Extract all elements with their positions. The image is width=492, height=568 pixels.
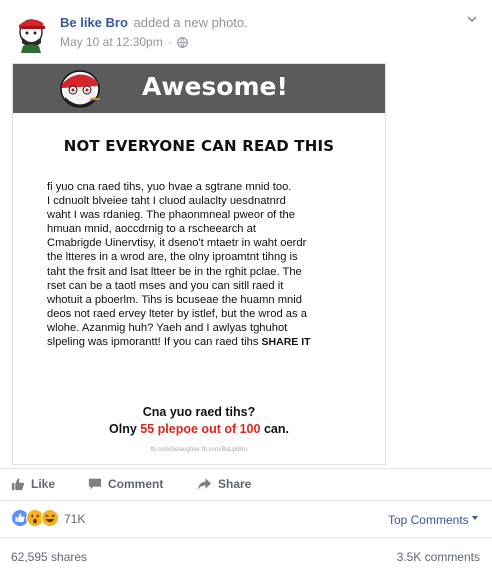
post-photo[interactable]: Awesome! NOT EVERYONE CAN READ THIS fi y… bbox=[12, 63, 386, 465]
avatar[interactable] bbox=[11, 13, 51, 53]
meta-separator: · bbox=[168, 35, 173, 49]
post-action-text: added a new photo. bbox=[133, 15, 248, 30]
photo-answer: Olny 55 plepoe out of 100 can. bbox=[13, 422, 385, 436]
bro-avatar-icon bbox=[11, 13, 51, 53]
photo-headline: NOT EVERYONE CAN READ THIS bbox=[63, 137, 335, 155]
shares-count[interactable]: 62,595 shares bbox=[11, 550, 87, 564]
paragraph-line: wlohe. Azanmig huh? Yaeh and I awlyas tg… bbox=[47, 321, 288, 334]
author-name-link[interactable]: Be like Bro bbox=[60, 15, 128, 30]
paragraph-line: slpeling was ipmorantt! If you can raed … bbox=[47, 335, 367, 349]
post-header: Be like Bro added a new photo. May 10 at… bbox=[11, 9, 481, 55]
answer-prefix: Olny bbox=[109, 422, 141, 436]
reaction-count[interactable]: 71K bbox=[64, 512, 85, 526]
post-meta: May 10 at 12:30pm · bbox=[60, 35, 189, 51]
banner-title: Awesome! bbox=[142, 72, 288, 101]
paragraph-line: fi yuo cna raed tihs, yuo hvae a sgtrane… bbox=[47, 181, 292, 193]
post-actions: Like Comment Share bbox=[11, 470, 481, 496]
caret-down-icon bbox=[472, 516, 478, 520]
haha-reaction-icon bbox=[41, 509, 59, 527]
divider bbox=[0, 537, 492, 538]
paragraph-line: I cdnuolt blveiee taht I cluod aulaclty … bbox=[47, 195, 286, 208]
paragraph-line: Cmabrigde Uinervtisy, it dseno't mtaetr … bbox=[47, 237, 307, 250]
like-label: Like bbox=[31, 477, 56, 491]
paragraph-line: the ltteres in a wrod are, the olny ipro… bbox=[47, 251, 298, 264]
comments-count[interactable]: 3.5K comments bbox=[397, 550, 480, 564]
post-options-chevron-icon[interactable] bbox=[465, 12, 479, 26]
post-timestamp-link[interactable]: May 10 at 12:30pm bbox=[60, 35, 163, 49]
comment-label: Comment bbox=[108, 477, 164, 491]
comment-button[interactable]: Comment bbox=[88, 476, 163, 492]
share-it-text: SHARE IT bbox=[261, 336, 311, 349]
share-label: Share bbox=[218, 477, 252, 491]
reaction-icons[interactable] bbox=[11, 509, 59, 527]
top-comments-dropdown[interactable]: Top Comments bbox=[388, 513, 478, 527]
answer-highlight: 55 plepoe out of 100 bbox=[140, 422, 261, 436]
share-button[interactable]: Share bbox=[197, 476, 251, 492]
bro-face-icon bbox=[60, 70, 100, 108]
comment-bubble-icon bbox=[88, 478, 102, 490]
facebook-post: Be like Bro added a new photo. May 10 at… bbox=[0, 0, 492, 568]
photo-question: Cna yuo raed tihs? bbox=[142, 405, 256, 419]
divider bbox=[0, 468, 492, 469]
paragraph-line: hmuan mnid, aoccdrnig to a rscheearch at bbox=[47, 223, 256, 236]
like-button[interactable]: Like bbox=[11, 476, 55, 492]
paragraph-line: taht the frsit and lsat ltteer be in the… bbox=[47, 265, 302, 278]
top-comments-label: Top Comments bbox=[387, 513, 469, 527]
paragraph-line: deos not raed ervey lteter by istlef, bu… bbox=[47, 307, 307, 320]
reactions-row: 71K Top Comments bbox=[11, 508, 481, 528]
share-arrow-icon bbox=[197, 478, 212, 490]
thumbs-up-icon bbox=[11, 478, 25, 491]
photo-credit: fb.com/dielaughter fb.com/BeLykBro bbox=[150, 447, 248, 453]
paragraph-line: whotuit a pboerlm. Tihs is bcuseae the h… bbox=[47, 293, 302, 306]
paragraph-line: rset can be a taotl mses and you can sit… bbox=[47, 279, 284, 292]
photo-banner: Awesome! bbox=[13, 64, 385, 113]
scrambled-paragraph: fi yuo cna raed tihs, yuo hvae a sgtrane… bbox=[47, 180, 367, 349]
divider bbox=[0, 500, 492, 501]
photo-card: NOT EVERYONE CAN READ THIS fi yuo cna ra… bbox=[13, 113, 385, 464]
globe-icon[interactable] bbox=[177, 37, 189, 51]
paragraph-line: waht I was rdanieg. The phaonmneal pweor… bbox=[47, 209, 295, 222]
paragraph-line-text: slpeling was ipmorantt! If you can raed … bbox=[47, 336, 259, 349]
post-title-line: Be like Bro added a new photo. bbox=[60, 15, 248, 30]
answer-suffix: can. bbox=[260, 422, 289, 436]
